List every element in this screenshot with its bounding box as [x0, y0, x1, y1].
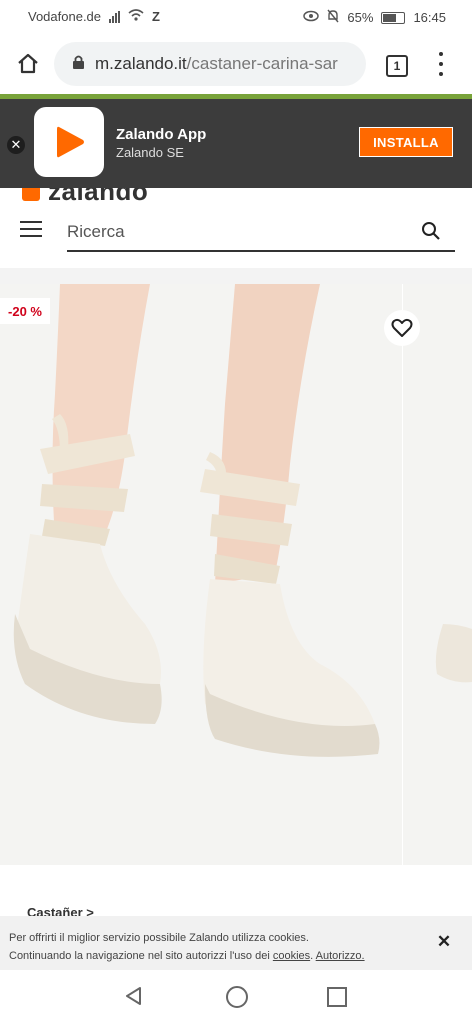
home-icon[interactable] — [14, 50, 42, 78]
app-publisher: Zalando SE — [116, 145, 184, 160]
espadrille-photo — [0, 284, 402, 865]
header-divider — [0, 268, 472, 284]
logo-text: zalando — [48, 188, 149, 206]
cookie-text-line2: Continuando la navigazione nel sito auto… — [9, 950, 270, 962]
home-circle-icon[interactable] — [226, 986, 248, 1008]
cookie-banner: Per offrirti il miglior servizio possibi… — [0, 916, 472, 970]
hamburger-menu-icon[interactable] — [20, 221, 42, 237]
cookies-link[interactable]: cookies — [273, 950, 310, 962]
app-install-banner: ✕ Zalando App Zalando SE INSTALLA — [0, 99, 472, 188]
search-input[interactable]: Ricerca — [67, 216, 455, 252]
cookie-text-line1: Per offrirti il miglior servizio possibi… — [9, 932, 309, 944]
discount-badge: -20 % — [0, 298, 50, 324]
system-nav-bar — [0, 970, 472, 1024]
lock-icon — [72, 54, 85, 75]
search-icon[interactable] — [421, 221, 441, 246]
logo-mark-icon — [22, 188, 40, 201]
clock: 16:45 — [413, 10, 446, 25]
cookie-text: Per offrirti il miglior servizio possibi… — [9, 932, 365, 962]
espadrille-photo-next — [403, 284, 472, 865]
battery-icon — [381, 11, 406, 24]
battery-level: 65% — [347, 10, 374, 25]
back-icon[interactable] — [124, 986, 144, 1011]
mute-icon — [327, 9, 339, 26]
zalando-logo[interactable]: zalando — [22, 188, 148, 207]
wifi-icon — [128, 9, 144, 24]
recent-apps-icon[interactable] — [327, 987, 347, 1007]
status-bar: Vodafone.de Z 65% 16:45 — [0, 0, 472, 34]
data-saver-icon: Z — [152, 9, 160, 24]
install-button[interactable]: INSTALLA — [359, 127, 453, 157]
url-text: m.zalando.it/castaner-carina-sar — [95, 54, 338, 74]
url-host: m.zalando.it — [95, 54, 187, 73]
eye-icon — [303, 10, 320, 25]
address-bar[interactable]: m.zalando.it/castaner-carina-sar — [54, 42, 366, 86]
product-image[interactable] — [0, 284, 402, 865]
close-cookie-icon[interactable]: ✕ — [436, 933, 452, 950]
browser-toolbar: m.zalando.it/castaner-carina-sar 1 — [0, 34, 472, 94]
search-placeholder: Ricerca — [67, 222, 125, 241]
close-banner-icon[interactable]: ✕ — [7, 136, 25, 154]
authorize-link[interactable]: Autorizzo. — [316, 950, 365, 962]
url-path: /castaner-carina-sar — [186, 54, 338, 73]
carrier-name: Vodafone.de — [28, 9, 102, 24]
signal-icon — [109, 10, 121, 23]
zalando-app-logo[interactable] — [34, 107, 104, 177]
next-product-image[interactable] — [403, 284, 472, 865]
wishlist-heart-icon[interactable] — [384, 310, 420, 346]
more-menu-icon[interactable] — [436, 52, 446, 76]
app-name: Zalando App — [116, 126, 207, 143]
site-header: zalando Ricerca — [0, 188, 472, 268]
tab-switcher-button[interactable]: 1 — [386, 55, 408, 77]
